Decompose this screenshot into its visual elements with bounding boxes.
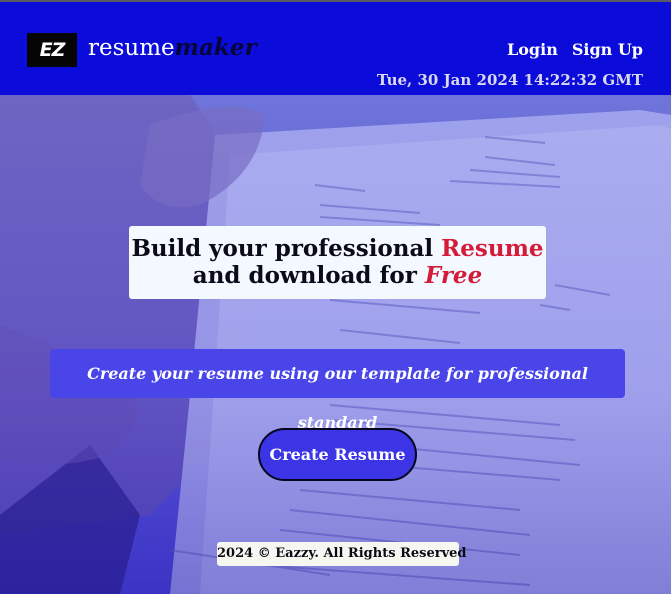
brand-secondary: maker bbox=[174, 34, 257, 61]
page: EZ resumemaker Login Sign Up Tue, 30 Jan… bbox=[0, 0, 671, 594]
hero-section bbox=[0, 95, 671, 594]
hero-overlay bbox=[0, 95, 671, 594]
logo-icon[interactable]: EZ bbox=[27, 33, 77, 67]
header-bar: EZ resumemaker Login Sign Up Tue, 30 Jan… bbox=[0, 0, 671, 95]
create-resume-button[interactable]: Create Resume bbox=[258, 428, 417, 481]
brand-primary: resume bbox=[88, 35, 175, 61]
brand-name[interactable]: resumemaker bbox=[88, 33, 257, 63]
headline-resume-word: Resume bbox=[441, 235, 544, 262]
headline-line1-a: Build your professional bbox=[131, 235, 442, 262]
signup-link[interactable]: Sign Up bbox=[572, 40, 643, 59]
hero-tagline: Create your resume using our template fo… bbox=[50, 349, 625, 432]
headline-line2-a: and download for bbox=[192, 262, 425, 289]
hero-headline: Build your professional Resume and downl… bbox=[129, 226, 546, 299]
current-datetime: Tue, 30 Jan 2024 14:22:32 GMT bbox=[376, 71, 643, 89]
headline-free-word: Free bbox=[424, 262, 483, 289]
footer-copyright: 2024 © Eazzy. All Rights Reserved bbox=[217, 542, 467, 566]
nav-links: Login Sign Up bbox=[507, 40, 643, 59]
login-link[interactable]: Login bbox=[507, 40, 558, 59]
